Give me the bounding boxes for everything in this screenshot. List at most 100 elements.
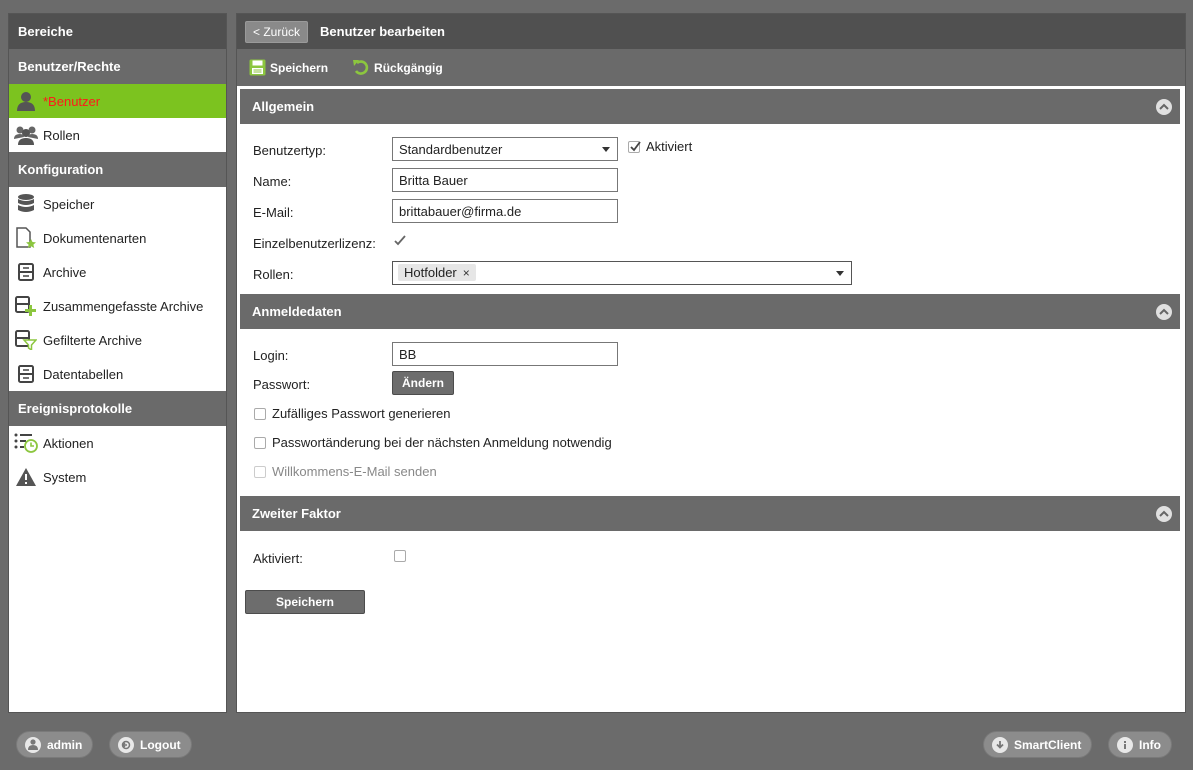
activated-label: Aktiviert [646, 139, 693, 154]
role-tag: Hotfolder × [398, 264, 476, 281]
email-row: E-Mail: brittabauer@firma.de [237, 197, 1185, 228]
section-title: Zweiter Faktor [252, 506, 341, 521]
sidebar-item-label: *Benutzer [43, 93, 101, 109]
toolbar-save-label: Speichern [270, 60, 329, 75]
section-header-twofactor[interactable]: Zweiter Faktor [240, 496, 1180, 531]
smartclient-button[interactable]: SmartClient [983, 731, 1093, 758]
sidebar-item-label: Aktionen [43, 435, 94, 451]
random-password-checkbox[interactable] [254, 407, 266, 420]
name-field[interactable]: Britta Bauer [392, 168, 618, 192]
collapse-up-icon[interactable] [1156, 505, 1172, 522]
roles-row: Rollen: Hotfolder × [237, 259, 1185, 294]
email-field[interactable]: brittabauer@firma.de [392, 199, 618, 223]
name-label: Name: [253, 174, 292, 189]
archive-icon [13, 260, 39, 284]
archive-filter-icon [13, 328, 39, 352]
welcome-mail-label: Willkommens-E-Mail senden [272, 464, 437, 479]
collapse-up-icon[interactable] [1156, 303, 1172, 320]
sidebar-item-label: Gefilterte Archive [43, 332, 142, 348]
user-type-value: Standardbenutzer [399, 142, 503, 157]
info-label: Info [1139, 737, 1161, 752]
table-icon [13, 362, 39, 386]
sidebar-item-label: Datentabellen [43, 366, 124, 382]
logout-icon [118, 736, 134, 753]
save-button[interactable]: Speichern [245, 590, 365, 614]
activated-checkbox[interactable]: Aktiviert [628, 139, 692, 154]
section-header-login[interactable]: Anmeldedaten [240, 294, 1180, 329]
archive-plus-icon [13, 294, 39, 318]
random-password-row[interactable]: Zufälliges Passwort generieren [237, 399, 1185, 428]
sidebar-item-benutzer[interactable]: *Benutzer [9, 84, 226, 118]
role-tag-label: Hotfolder [404, 265, 457, 280]
toolbar-save-button[interactable]: Speichern [249, 59, 328, 76]
back-button[interactable]: < Zurück [245, 20, 309, 43]
info-icon [1117, 736, 1133, 753]
title-bar: < Zurück Benutzer bearbeiten [237, 14, 1185, 49]
checkmark-icon [394, 235, 406, 246]
password-row: Passwort: Ändern [237, 369, 1185, 399]
change-next-login-checkbox[interactable] [254, 436, 266, 449]
login-field[interactable]: BB [392, 342, 618, 366]
actions-clock-icon [13, 431, 39, 455]
roles-multiselect[interactable]: Hotfolder × [392, 261, 852, 285]
info-button[interactable]: Info [1108, 731, 1172, 758]
welcome-mail-row: Willkommens-E-Mail senden [237, 457, 1185, 486]
sidebar-item-label: System [43, 469, 87, 485]
page-title: Benutzer bearbeiten [320, 24, 445, 39]
twofactor-row: Aktiviert: [237, 543, 1185, 574]
user-button[interactable]: admin [16, 731, 94, 758]
toolbar-undo-label: Rückgängig [374, 60, 443, 75]
change-next-login-row[interactable]: Passwortänderung bei der nächsten Anmeld… [237, 428, 1185, 457]
sidebar-item-label: Speicher [43, 196, 95, 212]
sidebar-item-label: Zusammengefasste Archive [43, 298, 204, 314]
welcome-mail-checkbox [254, 465, 266, 478]
sidebar-item-rollen[interactable]: Rollen [9, 118, 226, 152]
checkbox[interactable] [628, 140, 641, 153]
sidebar-item-aktionen[interactable]: Aktionen [9, 426, 226, 460]
login-label: Login: [253, 348, 289, 363]
sidebar-item-archive[interactable]: Archive [9, 255, 226, 289]
login-row: Login: BB [237, 340, 1185, 369]
sidebar-item-zusammengefasste-archive[interactable]: Zusammengefasste Archive [9, 289, 226, 323]
sidebar-item-label: Archive [43, 264, 87, 280]
checkmark-icon [630, 140, 641, 151]
sidebar-item-label: Rollen [43, 127, 80, 143]
name-row: Name: Britta Bauer [237, 166, 1185, 197]
single-license-row: Einzelbenutzerlizenz: [237, 228, 1185, 259]
chevron-down-icon [836, 271, 844, 276]
sidebar-header: Bereiche [9, 14, 226, 49]
change-password-button[interactable]: Ändern [392, 371, 454, 395]
main-panel: < Zurück Benutzer bearbeiten Speichern R… [236, 13, 1186, 713]
sidebar-item-system[interactable]: System [9, 460, 226, 494]
undo-icon [353, 60, 369, 75]
smartclient-label: SmartClient [1014, 737, 1082, 752]
user-type-row: Benutzertyp: Standardbenutzer Aktiviert [237, 135, 1185, 166]
toolbar-undo-button[interactable]: Rückgängig [352, 59, 443, 76]
twofactor-checkbox[interactable] [394, 550, 406, 562]
single-license-checkbox[interactable] [393, 234, 407, 250]
document-star-icon [13, 226, 39, 250]
sidebar-section-users: Benutzer/Rechte [9, 49, 226, 84]
save-icon [249, 59, 266, 76]
sidebar-item-gefilterte-archive[interactable]: Gefilterte Archive [9, 323, 226, 357]
user-type-select[interactable]: Standardbenutzer [392, 137, 618, 161]
sidebar-item-datentabellen[interactable]: Datentabellen [9, 357, 226, 391]
logout-label: Logout [140, 737, 181, 752]
collapse-up-icon[interactable] [1156, 98, 1172, 115]
sidebar-section-config: Konfiguration [9, 152, 226, 187]
twofactor-label: Aktiviert: [253, 551, 303, 566]
logout-button[interactable]: Logout [109, 731, 192, 758]
password-label: Passwort: [253, 377, 311, 392]
change-next-login-label: Passwortänderung bei der nächsten Anmeld… [272, 435, 612, 450]
warning-icon [13, 465, 39, 489]
remove-tag-icon[interactable]: × [463, 266, 470, 280]
sidebar-item-speicher[interactable]: Speicher [9, 187, 226, 221]
sidebar: Bereiche Benutzer/Rechte *Benutzer Rolle… [8, 13, 227, 713]
user-icon [25, 736, 41, 753]
random-password-label: Zufälliges Passwort generieren [272, 406, 451, 421]
section-header-general[interactable]: Allgemein [240, 89, 1180, 124]
section-title: Anmeldedaten [252, 304, 342, 319]
sidebar-item-dokumentenarten[interactable]: Dokumentenarten [9, 221, 226, 255]
toolbar: Speichern Rückgängig [237, 49, 1185, 89]
download-icon [992, 736, 1008, 753]
